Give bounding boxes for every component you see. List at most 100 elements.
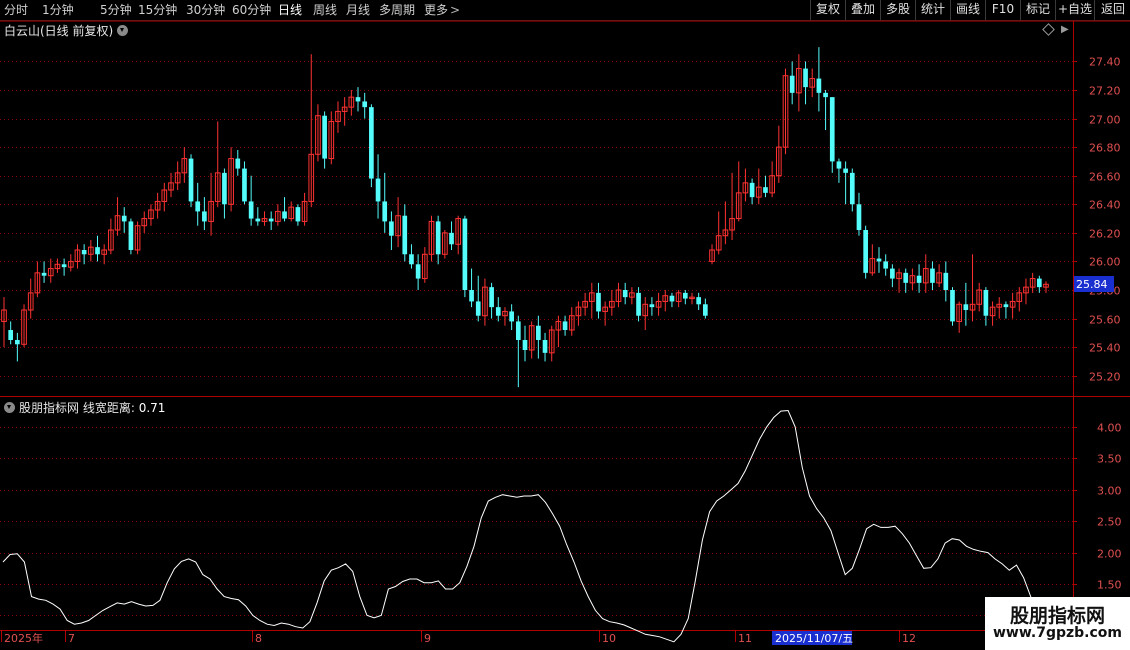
candle-body — [596, 292, 601, 312]
candle-body — [15, 340, 20, 345]
indicator-tick-label: 3.00 — [1097, 485, 1122, 498]
candle-body — [542, 340, 548, 353]
candle-body — [983, 290, 989, 316]
candle-body — [883, 261, 889, 269]
candle-body — [863, 230, 868, 273]
candle-body — [930, 268, 935, 283]
candle-body — [188, 158, 194, 202]
candle-body — [255, 218, 261, 222]
price-tick-label: 26.60 — [1089, 171, 1121, 184]
candle-body — [435, 221, 441, 255]
candle-body — [515, 321, 521, 340]
price-tick-label: 26.00 — [1089, 256, 1121, 269]
candle-body — [963, 304, 969, 310]
indicator-title: 股朋指标网 线宽距离: 0.71 — [4, 399, 165, 416]
date-label: 10 — [602, 632, 616, 645]
candle-body — [562, 321, 568, 330]
candle-body — [355, 97, 361, 102]
candle-body — [1036, 278, 1042, 288]
candle-body — [409, 254, 414, 265]
candle-body — [843, 168, 848, 173]
candle-body — [369, 107, 374, 179]
candle-body — [248, 201, 254, 219]
candle-body — [95, 247, 100, 255]
candle-body — [235, 158, 241, 169]
stock-name: 白云山(日线 前复权) — [4, 24, 114, 38]
chart-title: 白云山(日线 前复权) — [4, 22, 129, 39]
candle-body — [876, 258, 882, 262]
arrow-right-icon[interactable]: ▶ — [1061, 24, 1069, 35]
candle-body — [475, 301, 481, 316]
candle-body — [128, 221, 134, 250]
indicator-tick-label: 3.50 — [1097, 453, 1122, 466]
candle-body — [669, 295, 675, 302]
candle-body — [61, 264, 67, 268]
candle-body — [121, 215, 127, 222]
candle-body — [636, 292, 641, 316]
candle-body — [295, 207, 301, 222]
candle-body — [950, 290, 955, 322]
candle-body — [789, 75, 795, 93]
candle-body — [823, 92, 828, 98]
candle-body — [81, 250, 87, 255]
candle-body — [816, 78, 822, 93]
candle-body — [536, 325, 541, 340]
candle-body — [449, 232, 454, 245]
candle-body — [856, 204, 862, 230]
indicator-value: 0.71 — [138, 401, 166, 415]
kline-chart[interactable]: 27.40 27.20 27.00 26.80 26.60 26.40 26.20 26.00… — [0, 0, 1130, 650]
candle-body — [890, 268, 895, 279]
candle-body — [268, 218, 274, 222]
date-label: 2025年 — [4, 631, 43, 645]
candle-body — [469, 290, 474, 302]
date-label: 7 — [68, 632, 75, 645]
candle-body — [1003, 304, 1009, 308]
price-tick-label: 25.20 — [1089, 371, 1121, 384]
indicator-line — [2, 409, 1046, 643]
indicator-tick-label: 2.50 — [1097, 516, 1122, 529]
price-tick-label: 27.40 — [1089, 56, 1121, 69]
candle-body — [8, 330, 14, 340]
candle-body — [916, 275, 922, 283]
candle-body — [829, 97, 835, 162]
candle-body — [682, 292, 688, 299]
date-label: 9 — [424, 632, 431, 645]
candle-body — [803, 68, 808, 88]
candle-body — [222, 172, 227, 205]
date-label: 8 — [255, 632, 262, 645]
cursor-date-label: 2025/11/07/五 — [775, 632, 853, 645]
candle-body — [749, 182, 755, 198]
indicator-dropdown-icon[interactable] — [4, 402, 15, 413]
indicator-tick-label: 2.00 — [1097, 548, 1122, 561]
candle-body — [402, 215, 408, 255]
price-tick-label: 26.80 — [1089, 142, 1121, 155]
indicator-tick-label: 4.00 — [1097, 422, 1122, 435]
candle-body — [242, 168, 247, 202]
price-tick-label: 27.20 — [1089, 85, 1121, 98]
candle-body — [202, 211, 207, 222]
candle-body — [943, 272, 949, 290]
candle-body — [362, 101, 368, 108]
candle-body — [849, 172, 855, 205]
candle-body — [696, 297, 702, 305]
candle-body — [509, 311, 514, 322]
candle-body — [389, 221, 394, 236]
candle-body — [703, 304, 708, 316]
candle-body — [195, 201, 201, 212]
candle-body — [763, 187, 768, 193]
current-price-label: 25.84 — [1076, 278, 1108, 291]
date-label: 11 — [738, 632, 752, 645]
candle-body — [382, 201, 388, 222]
candle-body — [282, 211, 287, 219]
dropdown-icon[interactable] — [117, 25, 129, 36]
candle-body — [375, 178, 381, 202]
candle-body — [522, 340, 528, 350]
candle-body — [903, 272, 909, 283]
indicator-name: 股朋指标网 — [19, 401, 80, 415]
candle-body — [495, 307, 501, 316]
price-tick-label: 27.00 — [1089, 114, 1121, 127]
watermark-url: www.7gpzb.com — [992, 625, 1122, 641]
candle-body — [649, 304, 655, 308]
candle-body — [415, 264, 421, 279]
price-tick-label: 26.20 — [1089, 228, 1121, 241]
